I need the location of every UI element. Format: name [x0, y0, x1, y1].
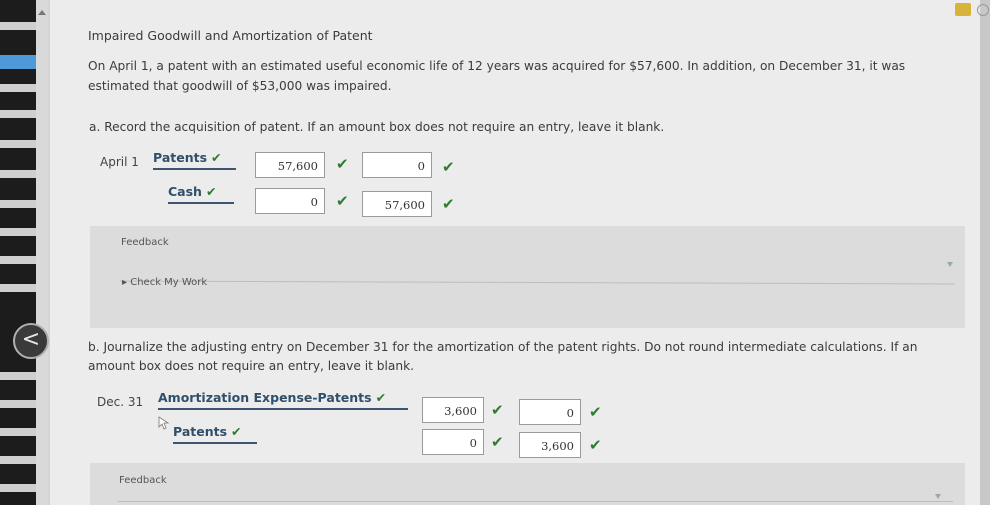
feedback-label: Feedback [119, 475, 167, 486]
part-a-instruction: a. Record the acquisition of patent. If … [89, 120, 665, 134]
feedback-section [90, 463, 965, 505]
debit-input[interactable]: 0 [255, 188, 325, 214]
strip-line [0, 228, 36, 236]
strip-line [0, 140, 36, 148]
triangle-right-icon: ▸ [122, 277, 128, 288]
circle-icon[interactable] [977, 4, 989, 16]
strip-line [0, 372, 36, 380]
check-icon: ✔ [442, 158, 455, 176]
strip-line [0, 428, 36, 436]
account-name: Amortization Expense-Patents [158, 390, 372, 405]
credit-input[interactable]: 3,600 [519, 432, 581, 458]
scroll-up-icon[interactable] [38, 10, 46, 15]
debit-input[interactable]: 3,600 [422, 397, 484, 423]
strip-line [0, 284, 36, 292]
check-icon: ✔ [231, 424, 242, 439]
account-select[interactable]: Patents ✔ [153, 150, 236, 170]
strip-line [0, 22, 36, 30]
check-icon: ✔ [336, 192, 349, 210]
check-icon: ✔ [589, 436, 602, 454]
check-icon: ✔ [205, 184, 217, 199]
strip-line [0, 400, 36, 408]
strip-line [0, 256, 36, 264]
check-icon: ✔ [336, 155, 349, 173]
credit-input[interactable]: 0 [362, 152, 432, 178]
strip-line [0, 456, 36, 464]
right-edge [980, 0, 990, 505]
check-my-work-toggle[interactable]: ▸ Check My Work [122, 277, 207, 288]
part-b-instruction: b. Journalize the adjusting entry on Dec… [88, 340, 918, 373]
credit-input[interactable]: 0 [519, 399, 581, 425]
feedback-label: Feedback [121, 237, 169, 248]
problem-intro: On April 1, a patent with an estimated u… [88, 59, 906, 93]
divider [118, 501, 953, 502]
check-my-work-label: Check My Work [130, 277, 208, 288]
strip-line [0, 84, 36, 92]
account-select[interactable]: Amortization Expense-Patents ✔ [158, 390, 408, 410]
account-name: Cash [168, 184, 202, 199]
back-button[interactable]: < [13, 323, 49, 359]
debit-input[interactable]: 0 [422, 429, 484, 455]
entry-date: Dec. 31 [97, 395, 144, 409]
account-name: Patents [173, 424, 228, 439]
entry-date: April 1 [100, 155, 139, 169]
check-icon: ✔ [375, 390, 387, 405]
check-icon: ✔ [211, 150, 222, 165]
strip-line [0, 484, 36, 492]
account-name: Patents [153, 150, 208, 165]
expand-arrow-icon[interactable] [935, 494, 941, 499]
left-app-strip [0, 0, 48, 505]
check-icon: ✔ [589, 403, 602, 421]
vertical-scrollbar[interactable] [36, 0, 48, 505]
folder-icon[interactable] [955, 3, 971, 16]
debit-input[interactable]: 57,600 [255, 152, 325, 178]
strip-line [0, 200, 36, 208]
check-icon: ✔ [442, 195, 455, 213]
mouse-pointer-icon [158, 416, 170, 430]
account-select[interactable]: Patents ✔ [173, 424, 257, 444]
strip-line [0, 170, 36, 178]
check-icon: ✔ [491, 401, 504, 419]
credit-input[interactable]: 57,600 [362, 191, 432, 217]
strip-line-active [0, 55, 36, 69]
account-select[interactable]: Cash ✔ [168, 184, 234, 204]
feedback-section [90, 226, 965, 328]
problem-title: Impaired Goodwill and Amortization of Pa… [88, 28, 373, 43]
check-icon: ✔ [491, 433, 504, 451]
expand-arrow-icon[interactable] [947, 262, 953, 267]
strip-line [0, 110, 36, 118]
